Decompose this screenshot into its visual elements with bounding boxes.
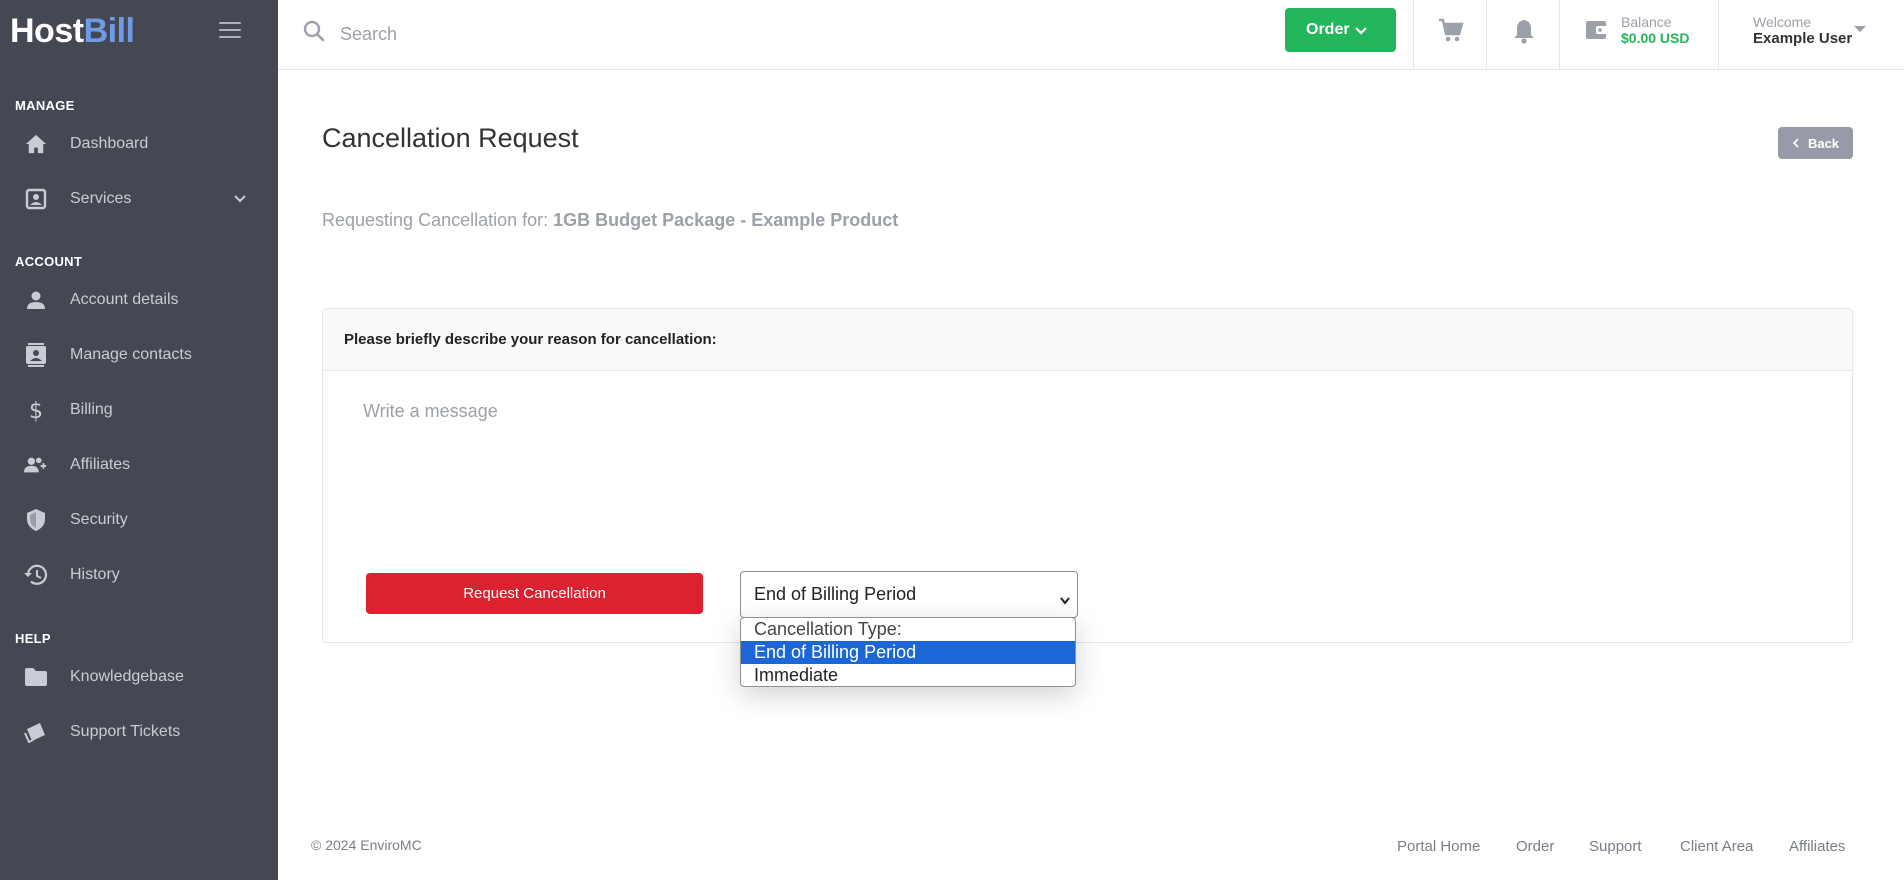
welcome-label: Welcome xyxy=(1753,14,1812,30)
sidebar-item-label: History xyxy=(70,566,120,583)
chevron-left-icon xyxy=(1792,136,1800,151)
folder-icon xyxy=(24,666,48,688)
balance-label: Balance xyxy=(1621,14,1672,30)
request-cancellation-button[interactable]: Request Cancellation xyxy=(366,573,703,614)
order-button-label: Order xyxy=(1306,21,1350,38)
home-icon xyxy=(24,133,48,155)
section-label-help: HELP xyxy=(15,631,51,646)
svg-text:$: $ xyxy=(29,399,43,422)
footer-link-support[interactable]: Support xyxy=(1589,838,1642,855)
chevron-down-icon xyxy=(1354,24,1368,42)
section-label-account: ACCOUNT xyxy=(15,254,83,269)
sidebar-item-label: Services xyxy=(70,190,132,207)
search-icon xyxy=(302,19,326,48)
tickets-icon xyxy=(24,721,48,743)
cancellation-reason-textarea[interactable] xyxy=(363,401,1813,521)
chevron-down-icon xyxy=(1059,590,1071,611)
divider xyxy=(1718,0,1719,70)
user-icon xyxy=(24,289,48,311)
footer-link-affiliates[interactable]: Affiliates xyxy=(1789,838,1845,855)
divider xyxy=(1559,0,1560,70)
page-title: Cancellation Request xyxy=(322,123,579,153)
footer-link-order[interactable]: Order xyxy=(1516,838,1554,855)
sidebar-item-affiliates[interactable]: Affiliates xyxy=(0,443,278,487)
sidebar-item-label: Account details xyxy=(70,291,179,308)
sidebar: HostBill MANAGE Dashboard Services ACCOU… xyxy=(0,0,278,880)
sidebar-item-manage-contacts[interactable]: Manage contacts xyxy=(0,333,278,377)
back-button-label: Back xyxy=(1807,135,1840,151)
history-icon xyxy=(24,564,48,586)
sidebar-item-label: Security xyxy=(70,511,128,528)
card-header: Please briefly describe your reason for … xyxy=(323,309,1852,371)
sidebar-item-dashboard[interactable]: Dashboard xyxy=(0,122,278,166)
sidebar-item-support-tickets[interactable]: Support Tickets xyxy=(0,710,278,754)
dropdown-option-immediate[interactable]: Immediate xyxy=(741,664,1075,686)
contacts-icon xyxy=(24,343,48,367)
sidebar-item-billing[interactable]: $ Billing xyxy=(0,388,278,432)
search-input[interactable] xyxy=(340,18,940,50)
dropdown-group-label: Cancellation Type: xyxy=(754,619,902,639)
cancellation-type-value: End of Billing Period xyxy=(754,584,917,604)
back-button[interactable]: Back xyxy=(1778,127,1853,159)
bell-icon[interactable] xyxy=(1512,18,1536,49)
affiliates-icon xyxy=(24,454,48,476)
hostbill-logo[interactable]: HostBill xyxy=(10,12,135,51)
sidebar-item-label: Manage contacts xyxy=(70,346,192,363)
divider xyxy=(1486,0,1487,70)
dropdown-option-end-of-billing-period[interactable]: End of Billing Period xyxy=(741,641,1075,664)
product-name: 1GB Budget Package - Example Product xyxy=(553,210,899,230)
section-label-manage: MANAGE xyxy=(15,98,75,113)
requesting-cancellation-text: Requesting Cancellation for: 1GB Budget … xyxy=(322,210,898,231)
services-icon xyxy=(24,188,48,210)
card-header-text: Please briefly describe your reason for … xyxy=(344,331,717,348)
divider xyxy=(1413,0,1414,70)
logo-host-text: Host xyxy=(10,12,84,50)
footer-link-portal-home[interactable]: Portal Home xyxy=(1397,838,1480,855)
footer-link-client-area[interactable]: Client Area xyxy=(1680,838,1753,855)
chevron-down-icon[interactable] xyxy=(232,190,248,211)
cancellation-type-select[interactable]: End of Billing Period xyxy=(740,571,1078,618)
cart-icon[interactable] xyxy=(1438,18,1464,49)
sidebar-item-label: Billing xyxy=(70,401,113,418)
sidebar-item-label: Knowledgebase xyxy=(70,668,184,685)
wallet-icon xyxy=(1585,19,1609,46)
user-menu[interactable]: Example User xyxy=(1753,30,1852,47)
balance-value: $0.00 USD xyxy=(1621,30,1690,46)
sidebar-item-label: Dashboard xyxy=(70,135,149,152)
sidebar-item-account-details[interactable]: Account details xyxy=(0,278,278,322)
sidebar-item-label: Support Tickets xyxy=(70,723,181,740)
cancellation-card: Please briefly describe your reason for … xyxy=(322,308,1853,643)
sidebar-item-label: Affiliates xyxy=(70,456,131,473)
top-bar: Order Balance $0.00 USD Welcome Example … xyxy=(278,0,1904,70)
sidebar-item-knowledgebase[interactable]: Knowledgebase xyxy=(0,655,278,699)
requesting-prefix: Requesting Cancellation for: xyxy=(322,210,549,230)
footer-copyright: © 2024 EnviroMC xyxy=(311,837,422,853)
logo-bill-text: Bill xyxy=(83,12,135,50)
sidebar-item-security[interactable]: Security xyxy=(0,498,278,542)
shield-icon xyxy=(24,509,48,531)
sidebar-item-history[interactable]: History xyxy=(0,553,278,597)
cancellation-type-dropdown: Cancellation Type: End of Billing Period… xyxy=(740,617,1076,687)
caret-down-icon[interactable] xyxy=(1854,26,1866,32)
menu-toggle-icon[interactable] xyxy=(219,22,241,38)
dollar-icon: $ xyxy=(24,399,48,422)
order-button[interactable]: Order xyxy=(1285,8,1396,52)
sidebar-item-services[interactable]: Services xyxy=(0,177,278,221)
